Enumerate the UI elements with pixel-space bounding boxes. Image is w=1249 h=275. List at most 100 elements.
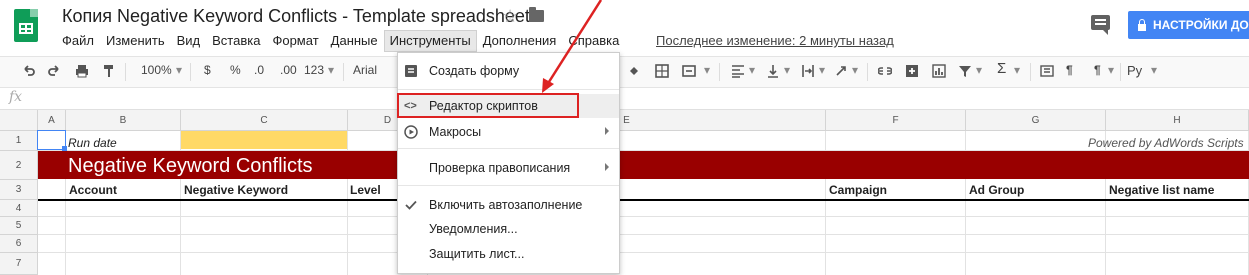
row-header-1[interactable]: 1 [0,131,38,151]
run-date-value-cell[interactable] [181,131,347,149]
settings-button[interactable]: НАСТРОЙКИ ДО [1128,11,1249,39]
last-edit-link[interactable]: Последнее изменение: 2 минуты назад [656,33,894,48]
valign-dropdown-icon[interactable]: ▾ [784,63,790,77]
row-header-2[interactable]: 2 [0,151,38,180]
highlight-annotation-box [397,93,579,118]
row-divider [38,252,1249,253]
text-rotation-icon[interactable] [835,64,849,78]
undo-icon[interactable] [22,64,36,78]
menu-item-label: Макросы [429,125,482,139]
insert-chart-icon[interactable] [932,64,946,78]
decrease-decimal-button[interactable]: .0 [254,63,264,77]
header-negative-list-name: Negative list name [1109,183,1215,197]
align-left-icon[interactable] [731,64,745,78]
column-header-b[interactable]: B [66,110,181,131]
column-header-c[interactable]: C [181,110,348,131]
header-campaign: Campaign [829,183,888,197]
column-header-f[interactable]: F [826,110,966,131]
menu-item-macros[interactable]: Макросы [398,120,619,144]
menu-insert[interactable]: Вставка [206,30,266,52]
input-language-select[interactable]: Ру [1127,63,1142,78]
menu-view[interactable]: Вид [171,30,207,52]
zoom-select[interactable]: 100% [141,63,172,77]
annotation-arrow-icon [542,0,603,93]
fill-color-icon[interactable] [627,64,641,78]
font-select[interactable]: Arial [353,63,377,77]
percent-format-button[interactable]: % [230,63,241,77]
column-header-g[interactable]: G [966,110,1106,131]
settings-button-label: НАСТРОЙКИ ДО [1153,18,1249,32]
sheet-title: Negative Keyword Conflicts [68,155,313,177]
fx-icon: fx [9,89,23,105]
formula-bar[interactable] [0,87,1249,110]
menu-item-notifications[interactable]: Уведомления... [398,217,619,241]
insert-comment-icon[interactable] [905,64,919,78]
toolbar: 100% ▾ $ % .0 .00 123 ▾ Arial ▾ ▾ ▾ ▾ ▾ … [0,56,1249,88]
merge-cells-icon[interactable] [682,64,696,78]
functions-dropdown-icon[interactable]: ▾ [1014,63,1020,77]
sheets-logo-icon[interactable] [14,9,38,42]
menu-item-label: Включить автозаполнение [429,198,583,212]
menu-data[interactable]: Данные [325,30,384,52]
rotation-dropdown-icon[interactable]: ▾ [852,63,858,77]
text-wrap-icon[interactable] [801,64,815,78]
row-header-7[interactable]: 7 [0,253,38,275]
menu-format[interactable]: Формат [266,30,324,52]
submenu-arrow-icon [605,163,609,171]
rtl-dropdown-icon[interactable]: ▾ [1108,63,1114,77]
menu-item-label: Защитить лист... [429,247,525,261]
menu-file[interactable]: Файл [56,30,100,52]
header-level: Level [350,183,381,197]
header-account: Account [69,183,117,197]
menu-item-label: Уведомления... [429,222,518,236]
menu-item-autocomplete[interactable]: Включить автозаполнение [398,193,619,217]
more-formats-button[interactable]: 123 [304,63,324,77]
play-icon [404,125,418,139]
column-header-a[interactable]: A [38,110,66,131]
input-tools-icon[interactable] [1040,64,1054,78]
zoom-dropdown-icon[interactable]: ▾ [176,63,182,77]
more-formats-dropdown-icon[interactable]: ▾ [328,63,334,77]
merge-dropdown-icon[interactable]: ▾ [704,63,710,77]
wrap-dropdown-icon[interactable]: ▾ [819,63,825,77]
comments-icon[interactable] [1091,15,1110,35]
increase-decimal-button[interactable]: .00 [280,63,297,77]
menu-item-label: Проверка правописания [429,161,571,175]
row-header-6[interactable]: 6 [0,235,38,253]
menu-item-spelling[interactable]: Проверка правописания [398,156,619,180]
column-header-h[interactable]: H [1106,110,1249,131]
borders-icon[interactable] [655,64,669,78]
rtl-icon[interactable]: ¶ [1094,63,1101,77]
row-divider [38,216,1249,217]
ltr-icon[interactable]: ¶ [1066,63,1073,77]
filter-icon[interactable] [958,64,972,78]
header-negative-keyword: Negative Keyword [184,183,289,197]
paint-format-icon[interactable] [102,64,116,78]
align-dropdown-icon[interactable]: ▾ [749,63,755,77]
input-language-dropdown-icon[interactable]: ▾ [1151,63,1157,77]
check-icon [405,200,417,210]
menu-divider [398,148,619,149]
fill-handle[interactable] [62,146,67,151]
menu-edit[interactable]: Изменить [100,30,171,52]
menu-divider [398,185,619,186]
row-header-3[interactable]: 3 [0,180,38,200]
vertical-align-icon[interactable] [766,64,780,78]
redo-icon[interactable] [47,64,61,78]
submenu-arrow-icon [605,127,609,135]
row-header-4[interactable]: 4 [0,200,38,217]
lock-icon [1138,18,1146,31]
currency-format-button[interactable]: $ [204,63,211,77]
header-underline [38,199,1249,201]
header-ad-group: Ad Group [969,183,1025,197]
select-all-corner[interactable] [0,110,38,131]
row-divider [38,234,1249,235]
filter-dropdown-icon[interactable]: ▾ [976,63,982,77]
powered-by-text: Powered by AdWords Scripts [1088,136,1244,150]
run-date-label: Run date [68,136,117,150]
insert-link-icon[interactable] [878,64,892,78]
functions-icon[interactable]: Σ [997,60,1006,77]
row-header-5[interactable]: 5 [0,217,38,235]
menu-item-protect-sheet[interactable]: Защитить лист... [398,242,619,266]
print-icon[interactable] [75,64,89,78]
